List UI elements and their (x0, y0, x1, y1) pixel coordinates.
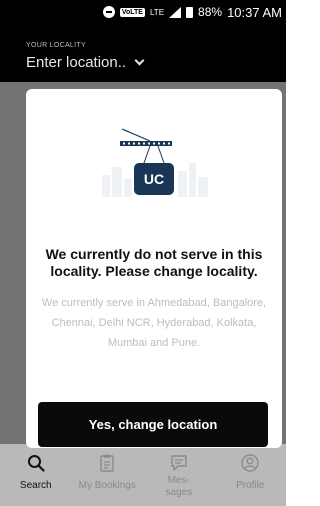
locality-selector[interactable]: Enter location.. (26, 54, 145, 71)
change-location-button[interactable]: Yes, change location (38, 402, 268, 447)
volte-badge: VoLTE (119, 7, 145, 17)
dialog-message: We currently serve in Ahmedabad, Bangalo… (41, 297, 267, 349)
nav-label-search: Search (19, 480, 52, 491)
nav-label-messages: Mes- sages (165, 475, 193, 498)
battery-percent: 88% (198, 5, 223, 19)
signal-icon (169, 6, 182, 18)
clock: 10:37 AM (227, 4, 282, 20)
app-header: YOUR LOCALITY Enter location.. (0, 24, 286, 82)
clipboard-icon (100, 454, 114, 472)
chat-icon (170, 454, 188, 472)
nav-item-my-bookings[interactable]: My Bookings (72, 444, 144, 506)
nav-label-my-bookings: My Bookings (78, 480, 136, 491)
nav-item-profile[interactable]: Profile (215, 444, 287, 506)
bottom-navigation: Search My Bookings Mes- sages Profile (0, 444, 286, 506)
dialog-title: We currently do not serve in this locali… (45, 246, 263, 279)
nav-label-profile: Profile (236, 480, 265, 491)
status-bar: VoLTE LTE 88% 10:37 AM (0, 0, 286, 24)
battery-icon (186, 6, 194, 18)
network-type: LTE (149, 7, 165, 17)
locality-value: Enter location.. (26, 54, 127, 71)
profile-icon (241, 454, 259, 472)
nav-item-search[interactable]: Search (0, 444, 72, 506)
search-icon (27, 454, 45, 472)
uc-logo: UC (143, 171, 165, 187)
app-screen: VoLTE LTE 88% 10:37 AM YOUR LOCALITY Ent… (0, 0, 286, 506)
do-not-disturb-icon (102, 6, 115, 18)
unserviceable-locality-dialog: UC We currently do not serve in this loc… (26, 89, 282, 448)
locality-label: YOUR LOCALITY (26, 42, 86, 49)
nav-item-messages[interactable]: Mes- sages (143, 444, 215, 506)
chevron-down-icon (134, 55, 145, 66)
